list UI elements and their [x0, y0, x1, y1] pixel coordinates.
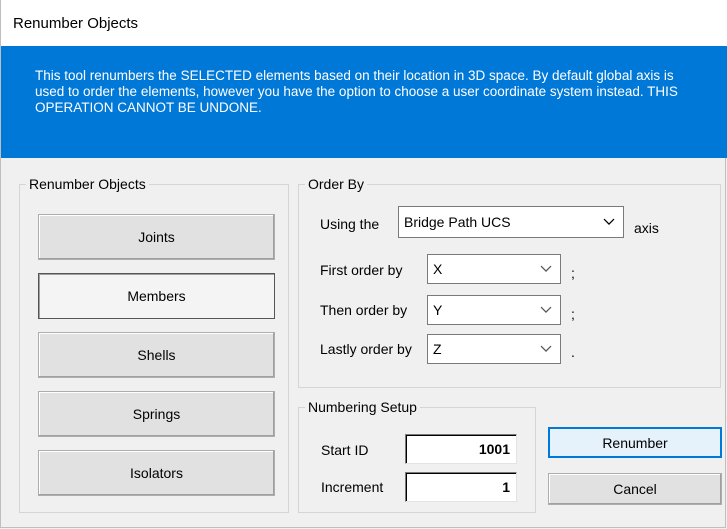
- increment-input[interactable]: [405, 472, 517, 502]
- renumber-objects-dialog: Renumber Objects This tool renumbers the…: [0, 0, 727, 528]
- info-text: This tool renumbers the SELECTED element…: [35, 68, 678, 115]
- ucs-dropdown[interactable]: Bridge Path UCS: [398, 206, 624, 238]
- isolators-button[interactable]: Isolators: [38, 450, 275, 496]
- first-order-value: X: [433, 261, 443, 277]
- info-banner: This tool renumbers the SELECTED element…: [1, 46, 727, 158]
- first-order-dropdown[interactable]: X: [427, 254, 561, 284]
- members-button[interactable]: Members: [38, 273, 275, 319]
- last-order-suffix: .: [571, 344, 575, 360]
- start-id-label: Start ID: [321, 442, 369, 458]
- springs-button[interactable]: Springs: [38, 391, 275, 437]
- then-order-value: Y: [433, 302, 443, 318]
- order-by-legend: Order By: [308, 176, 365, 192]
- then-order-label: Then order by: [320, 302, 408, 318]
- ucs-dropdown-value: Bridge Path UCS: [404, 214, 511, 230]
- last-order-value: Z: [433, 341, 442, 357]
- joints-button[interactable]: Joints: [38, 214, 275, 260]
- increment-label: Increment: [321, 479, 384, 495]
- then-order-suffix: ;: [571, 306, 575, 322]
- title-bar: Renumber Objects: [1, 0, 727, 46]
- cancel-button[interactable]: Cancel: [548, 473, 722, 505]
- axis-label: axis: [634, 220, 659, 236]
- first-order-suffix: ;: [571, 265, 575, 281]
- chevron-down-icon: [603, 218, 615, 225]
- last-order-dropdown[interactable]: Z: [427, 334, 561, 364]
- first-order-label: First order by: [320, 262, 403, 278]
- numbering-setup-legend: Numbering Setup: [308, 399, 417, 415]
- using-the-label: Using the: [320, 216, 380, 232]
- window-title: Renumber Objects: [13, 15, 139, 32]
- last-order-label: Lastly order by: [320, 341, 412, 357]
- chevron-down-icon: [540, 265, 552, 272]
- renumber-button[interactable]: Renumber: [548, 427, 722, 458]
- start-id-input[interactable]: [405, 434, 517, 464]
- shells-button[interactable]: Shells: [38, 332, 275, 378]
- then-order-dropdown[interactable]: Y: [427, 295, 561, 325]
- renumber-objects-legend: Renumber Objects: [29, 176, 146, 192]
- chevron-down-icon: [540, 345, 552, 352]
- chevron-down-icon: [540, 306, 552, 313]
